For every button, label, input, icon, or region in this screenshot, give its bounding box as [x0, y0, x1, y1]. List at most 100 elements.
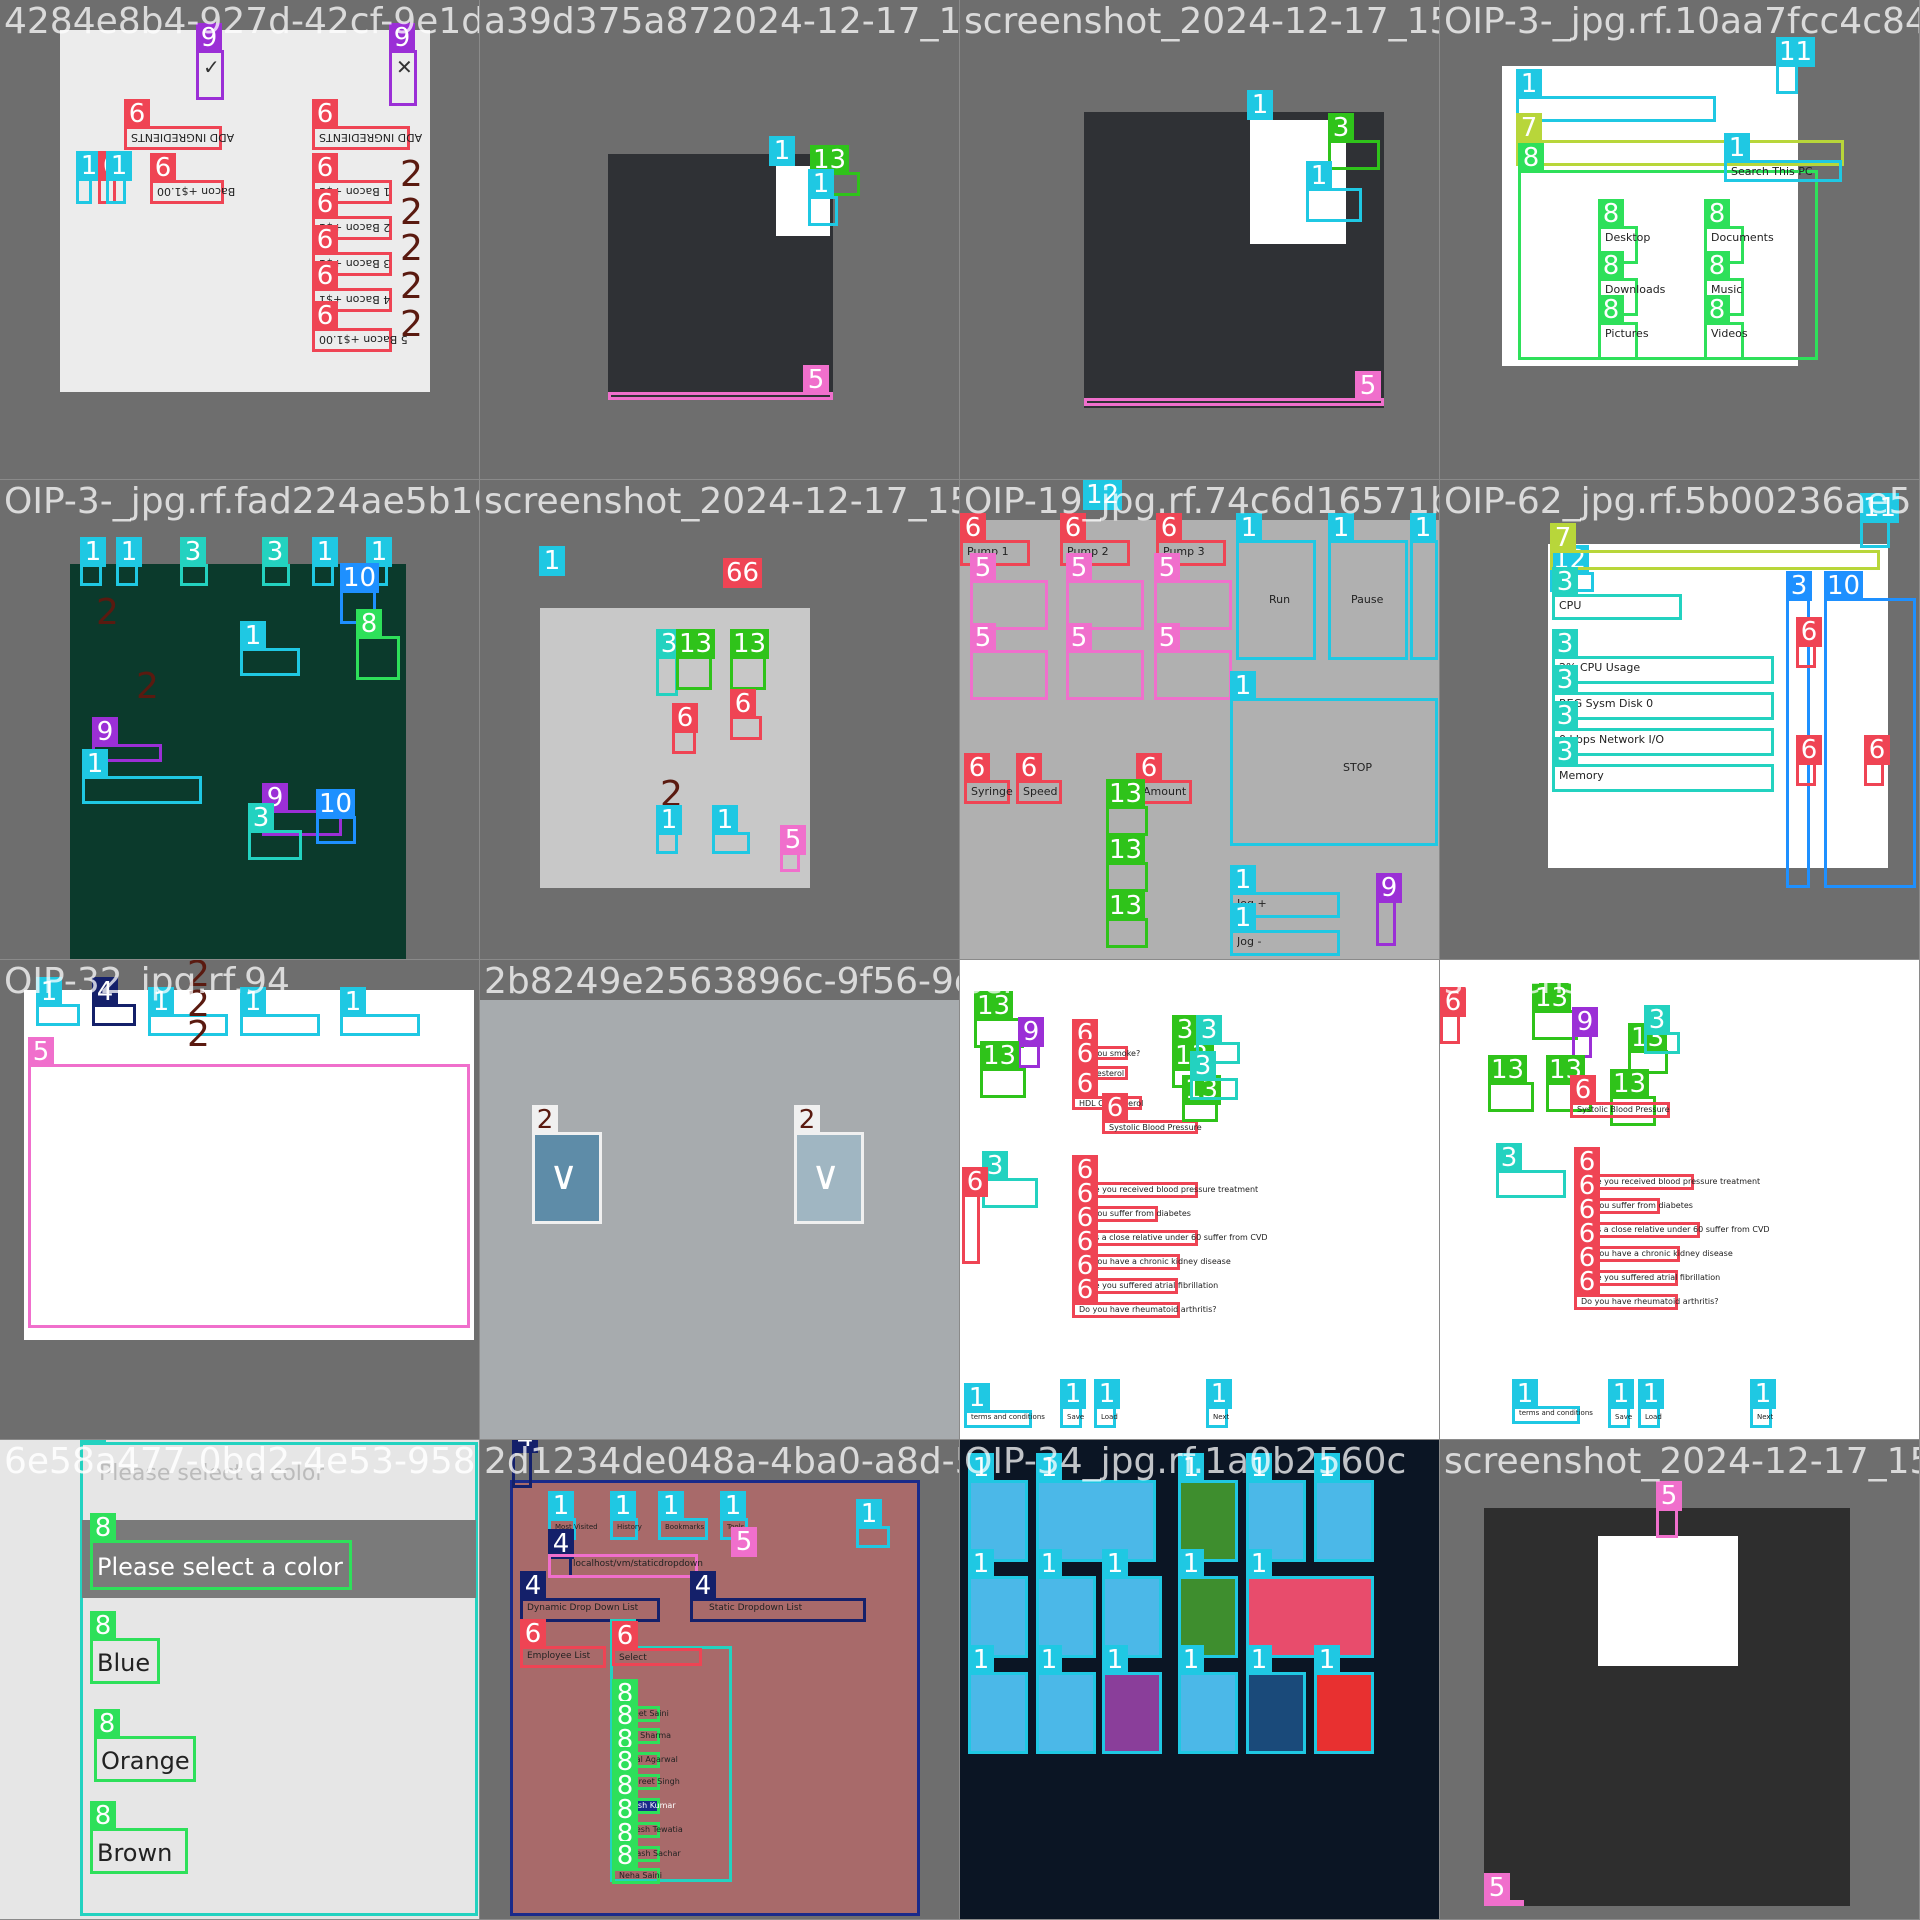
amount-spinner-2[interactable]: 13: [1106, 835, 1148, 892]
field[interactable]: 3: [656, 629, 682, 696]
control-2[interactable]: 13: [730, 629, 770, 690]
option-brown[interactable]: 8 Brown: [90, 1801, 188, 1874]
control[interactable]: 3: [1328, 113, 1380, 170]
field-b[interactable]: 3: [262, 537, 290, 586]
tile-10: screenshot_2024-12-17_15-20-20_png 13 9 …: [960, 960, 1440, 1440]
terms-link[interactable]: 1 terms and conditions: [964, 1383, 1045, 1428]
tile-2: screenshot_2024-12-17_15-30-35_png.rf.26…: [960, 0, 1440, 480]
amount-spinner-3[interactable]: 13: [1106, 891, 1148, 948]
file-pane: 8: [1518, 143, 1818, 360]
tabs[interactable]: 3 CPU: [1552, 567, 1682, 620]
row-mem[interactable]: 3 Memory: [1552, 737, 1774, 792]
control[interactable]: 13: [676, 629, 716, 690]
label-6c: 6: [1864, 735, 1890, 786]
pump-1-display-2: 5: [970, 623, 1048, 700]
control-b[interactable]: 13: [980, 1041, 1026, 1098]
pause-button[interactable]: 1 Pause: [1328, 513, 1408, 660]
stop-button[interactable]: 1 STOP: [1230, 671, 1438, 846]
cont-button[interactable]: 1: [1410, 513, 1438, 660]
terms-link[interactable]: 1 terms and conditions: [1512, 1379, 1593, 1424]
button-b[interactable]: 1: [116, 537, 142, 586]
save-button[interactable]: 1 Save: [1060, 1379, 1086, 1428]
address-bar[interactable]: 1: [1516, 69, 1716, 122]
taskbar[interactable]: 5: [780, 825, 806, 872]
field-a[interactable]: 3: [180, 537, 208, 586]
option-blue[interactable]: 8 Blue: [90, 1611, 160, 1684]
button-blue-2[interactable]: 10: [316, 789, 356, 844]
button-group[interactable]: 1: [240, 621, 300, 676]
folder-pictures[interactable]: 8 Pictures: [1598, 295, 1649, 360]
small-button-2[interactable]: 1: [106, 151, 132, 204]
static-dropdown[interactable]: 4 Static Dropdown List: [690, 1571, 866, 1622]
toggle[interactable]: 9: [1376, 873, 1402, 946]
option-placeholder[interactable]: 8 Please select a color: [90, 1513, 352, 1590]
taskbar[interactable]: 5: [1084, 371, 1384, 406]
tile-name: OIP-3-_jpg.rf.fad224ae5b16: [4, 481, 480, 522]
next-button[interactable]: 1 Next: [1750, 1379, 1776, 1428]
field-b[interactable]: 3: [1190, 1051, 1238, 1100]
close-button[interactable]: 11: [1860, 493, 1900, 548]
menu-bookmarks[interactable]: 1 Bookmarks: [658, 1491, 708, 1540]
button-2[interactable]: 1: [1306, 161, 1362, 222]
tile-7: OIP-62_jpg.rf.5b00236ae5 12 7 11 3 CPU 32…: [1440, 480, 1920, 960]
toolbar-button[interactable]: 1: [36, 977, 80, 1026]
field-b[interactable]: 3: [1496, 1143, 1566, 1198]
control-b[interactable]: 13: [1488, 1055, 1534, 1112]
next-button[interactable]: 1 Next: [1206, 1379, 1232, 1428]
field-c[interactable]: 3: [248, 803, 302, 860]
load-button[interactable]: 1 Load: [1638, 1379, 1664, 1428]
chevron-down-icon[interactable]: 2 ∨: [794, 1105, 864, 1224]
row-net[interactable]: 30 kbps Network I/O: [1552, 701, 1774, 756]
taskbar[interactable]: 5: [608, 365, 833, 400]
tile-solitaire[interactable]: 1: [1246, 1645, 1306, 1754]
toolbar-button-4[interactable]: 1: [340, 987, 420, 1036]
button-row[interactable]: 1: [82, 749, 202, 804]
small-button[interactable]: 1: [76, 151, 102, 204]
run-button[interactable]: 1 Run: [1236, 513, 1316, 660]
bacon-label: 6 Bacon +$1.00: [150, 153, 235, 204]
row-cpu[interactable]: 3 2% CPU Usage: [1552, 629, 1774, 684]
option-orange[interactable]: 8 Orange: [94, 1709, 196, 1782]
save-button[interactable]: 1 Save: [1608, 1379, 1634, 1428]
amount-spinner[interactable]: 13: [1106, 779, 1148, 836]
tile-office[interactable]: 1: [1314, 1645, 1374, 1754]
button-b[interactable]: 1: [656, 805, 682, 854]
employee-8[interactable]: 8 Neha Saini: [612, 1841, 662, 1884]
tile-name: OIP-3-_jpg.rf.10aa7fcc4c848c: [1444, 1, 1920, 42]
button-c[interactable]: 1: [312, 537, 338, 586]
control-e[interactable]: 13: [1182, 1075, 1222, 1122]
search-box[interactable]: 1 Search This PC: [1724, 133, 1842, 182]
tile-9: 2b8249e2563896c-9f56-9c12-c 2∨ 2∨: [480, 960, 960, 1440]
chevron-down-icon[interactable]: 2 ∨: [532, 1105, 602, 1224]
button-a[interactable]: 1: [80, 537, 106, 586]
row-disk[interactable]: 3 REG Sysm Disk 0: [1552, 665, 1774, 720]
tile-wallet[interactable]: 1: [1178, 1645, 1238, 1754]
tile-weather[interactable]: 1: [968, 1645, 1028, 1754]
tile-onenote[interactable]: 1: [1102, 1645, 1162, 1754]
checkbox[interactable]: 9: [1018, 1017, 1044, 1068]
tile-4: OIP-3-_jpg.rf.fad224ae5b16 1 1 3 3 1 1 1…: [0, 480, 480, 960]
window-buttons[interactable]: 1: [856, 1499, 890, 1548]
toolbar-input[interactable]: 4: [92, 977, 136, 1026]
checkbox-cancel[interactable]: 9 ✕: [389, 23, 417, 106]
checkbox-confirm[interactable]: 9 ✓: [196, 23, 224, 100]
folder-videos[interactable]: 8 Videos: [1704, 295, 1748, 360]
menu-history[interactable]: 1 History: [610, 1491, 642, 1540]
button-c[interactable]: 1: [712, 805, 750, 854]
tile-movies[interactable]: 1: [1314, 1453, 1374, 1562]
tile-15: screenshot_2024-12-17_15- 5 5: [1440, 1440, 1920, 1920]
load-button[interactable]: 1 Load: [1094, 1379, 1120, 1428]
field[interactable]: 3: [1644, 1005, 1680, 1054]
button-2[interactable]: 1: [808, 169, 838, 226]
tile-phone[interactable]: 1: [1036, 1645, 1096, 1754]
taskbar[interactable]: 5: [1484, 1873, 1524, 1906]
tile-name: 2b8249e2563896c-9f56-9c12-c: [484, 961, 959, 1002]
label-6b: 6: [730, 689, 762, 740]
field-c[interactable]: 3: [982, 1151, 1038, 1208]
close-button[interactable]: 11: [1776, 37, 1816, 94]
employee-list-label: 6 Employee List: [520, 1619, 606, 1668]
tile-name: screenshot_2024-12-17_15-: [1444, 1441, 1920, 1482]
url-bar[interactable]: 5 localhost/vm/staticdropdown: [548, 1527, 757, 1578]
jog-minus[interactable]: 1 Jog -: [1230, 903, 1340, 956]
toolbar-button-3[interactable]: 1: [240, 987, 320, 1036]
